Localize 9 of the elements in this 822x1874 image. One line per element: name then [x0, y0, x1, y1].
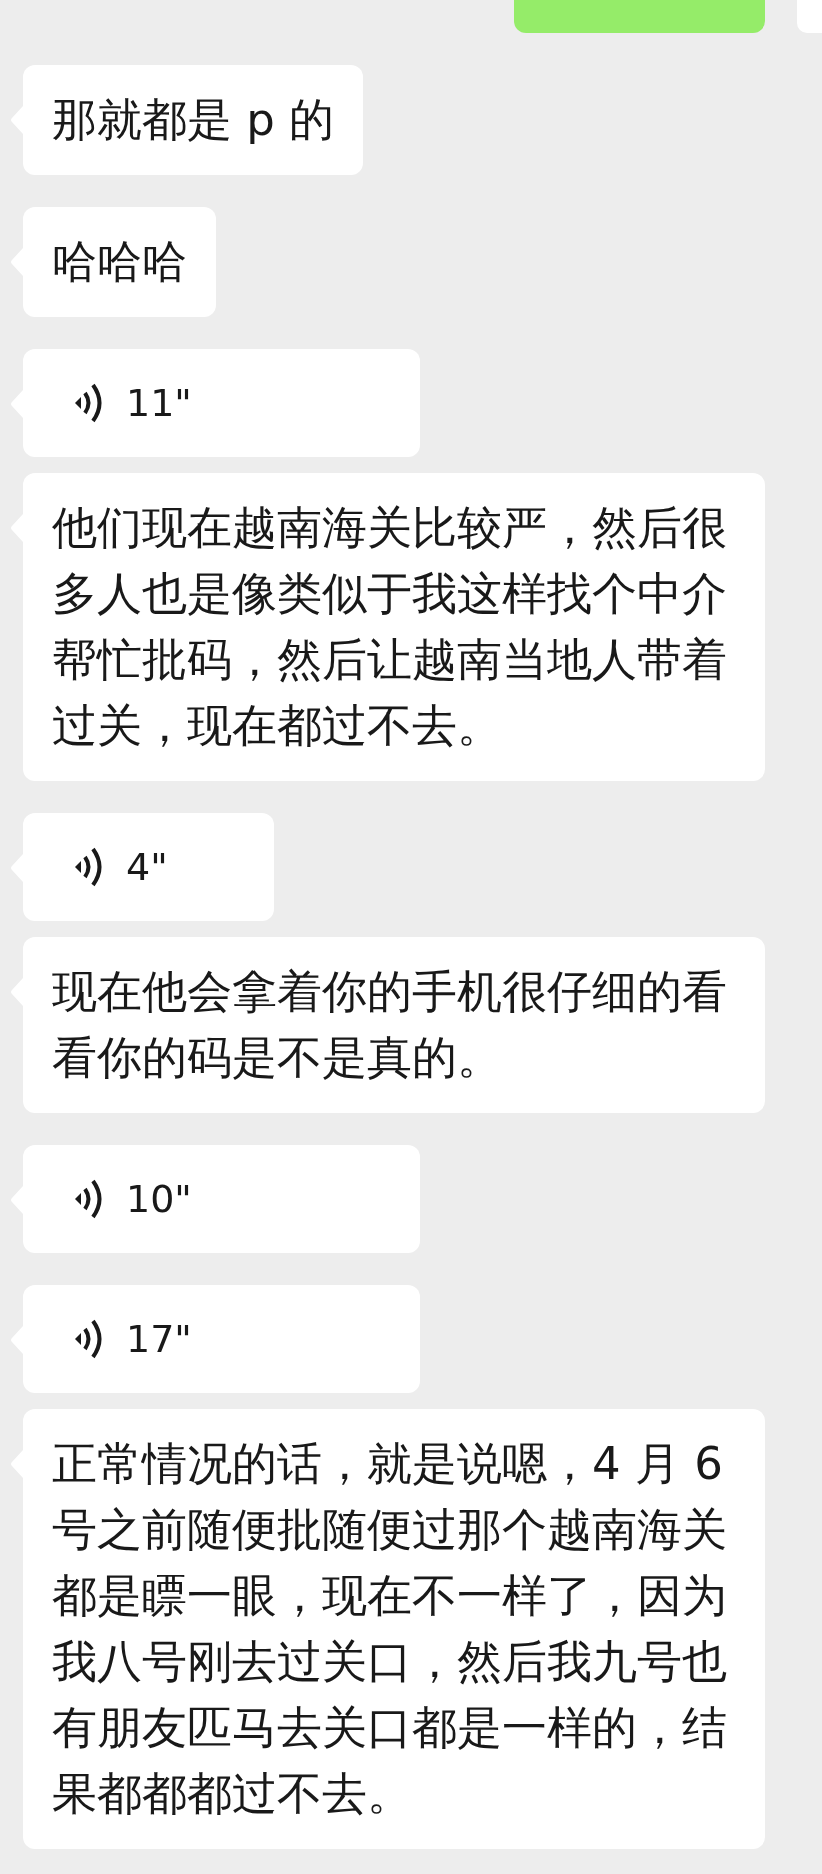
sound-wave-icon — [74, 382, 104, 424]
sound-wave-icon — [74, 1178, 104, 1220]
message-text: 他们现在越南海关比较严，然后很多人也是像类似于我这样找个中介帮忙批码，然后让越南当地人带着过关，现在都过不去。 — [51, 500, 728, 754]
sound-wave-icon — [74, 1318, 104, 1360]
sound-wave-icon — [74, 846, 104, 888]
message-text: 哈哈哈 — [51, 234, 188, 290]
message-text: 现在他会拿着你的手机很仔细的看看你的码是不是真的。 — [51, 964, 728, 1086]
message-text: 那就都是 p 的 — [51, 92, 336, 148]
message-text: 正常情况的话，就是说嗯，4 月 6 号之前随便批随便过那个越南海关都是瞟一眼，现在不一样了，因为我八号刚去过关口，然后我九号也有朋友匹马去关口都是一样的，结果都都都过不去。 — [51, 1436, 728, 1822]
